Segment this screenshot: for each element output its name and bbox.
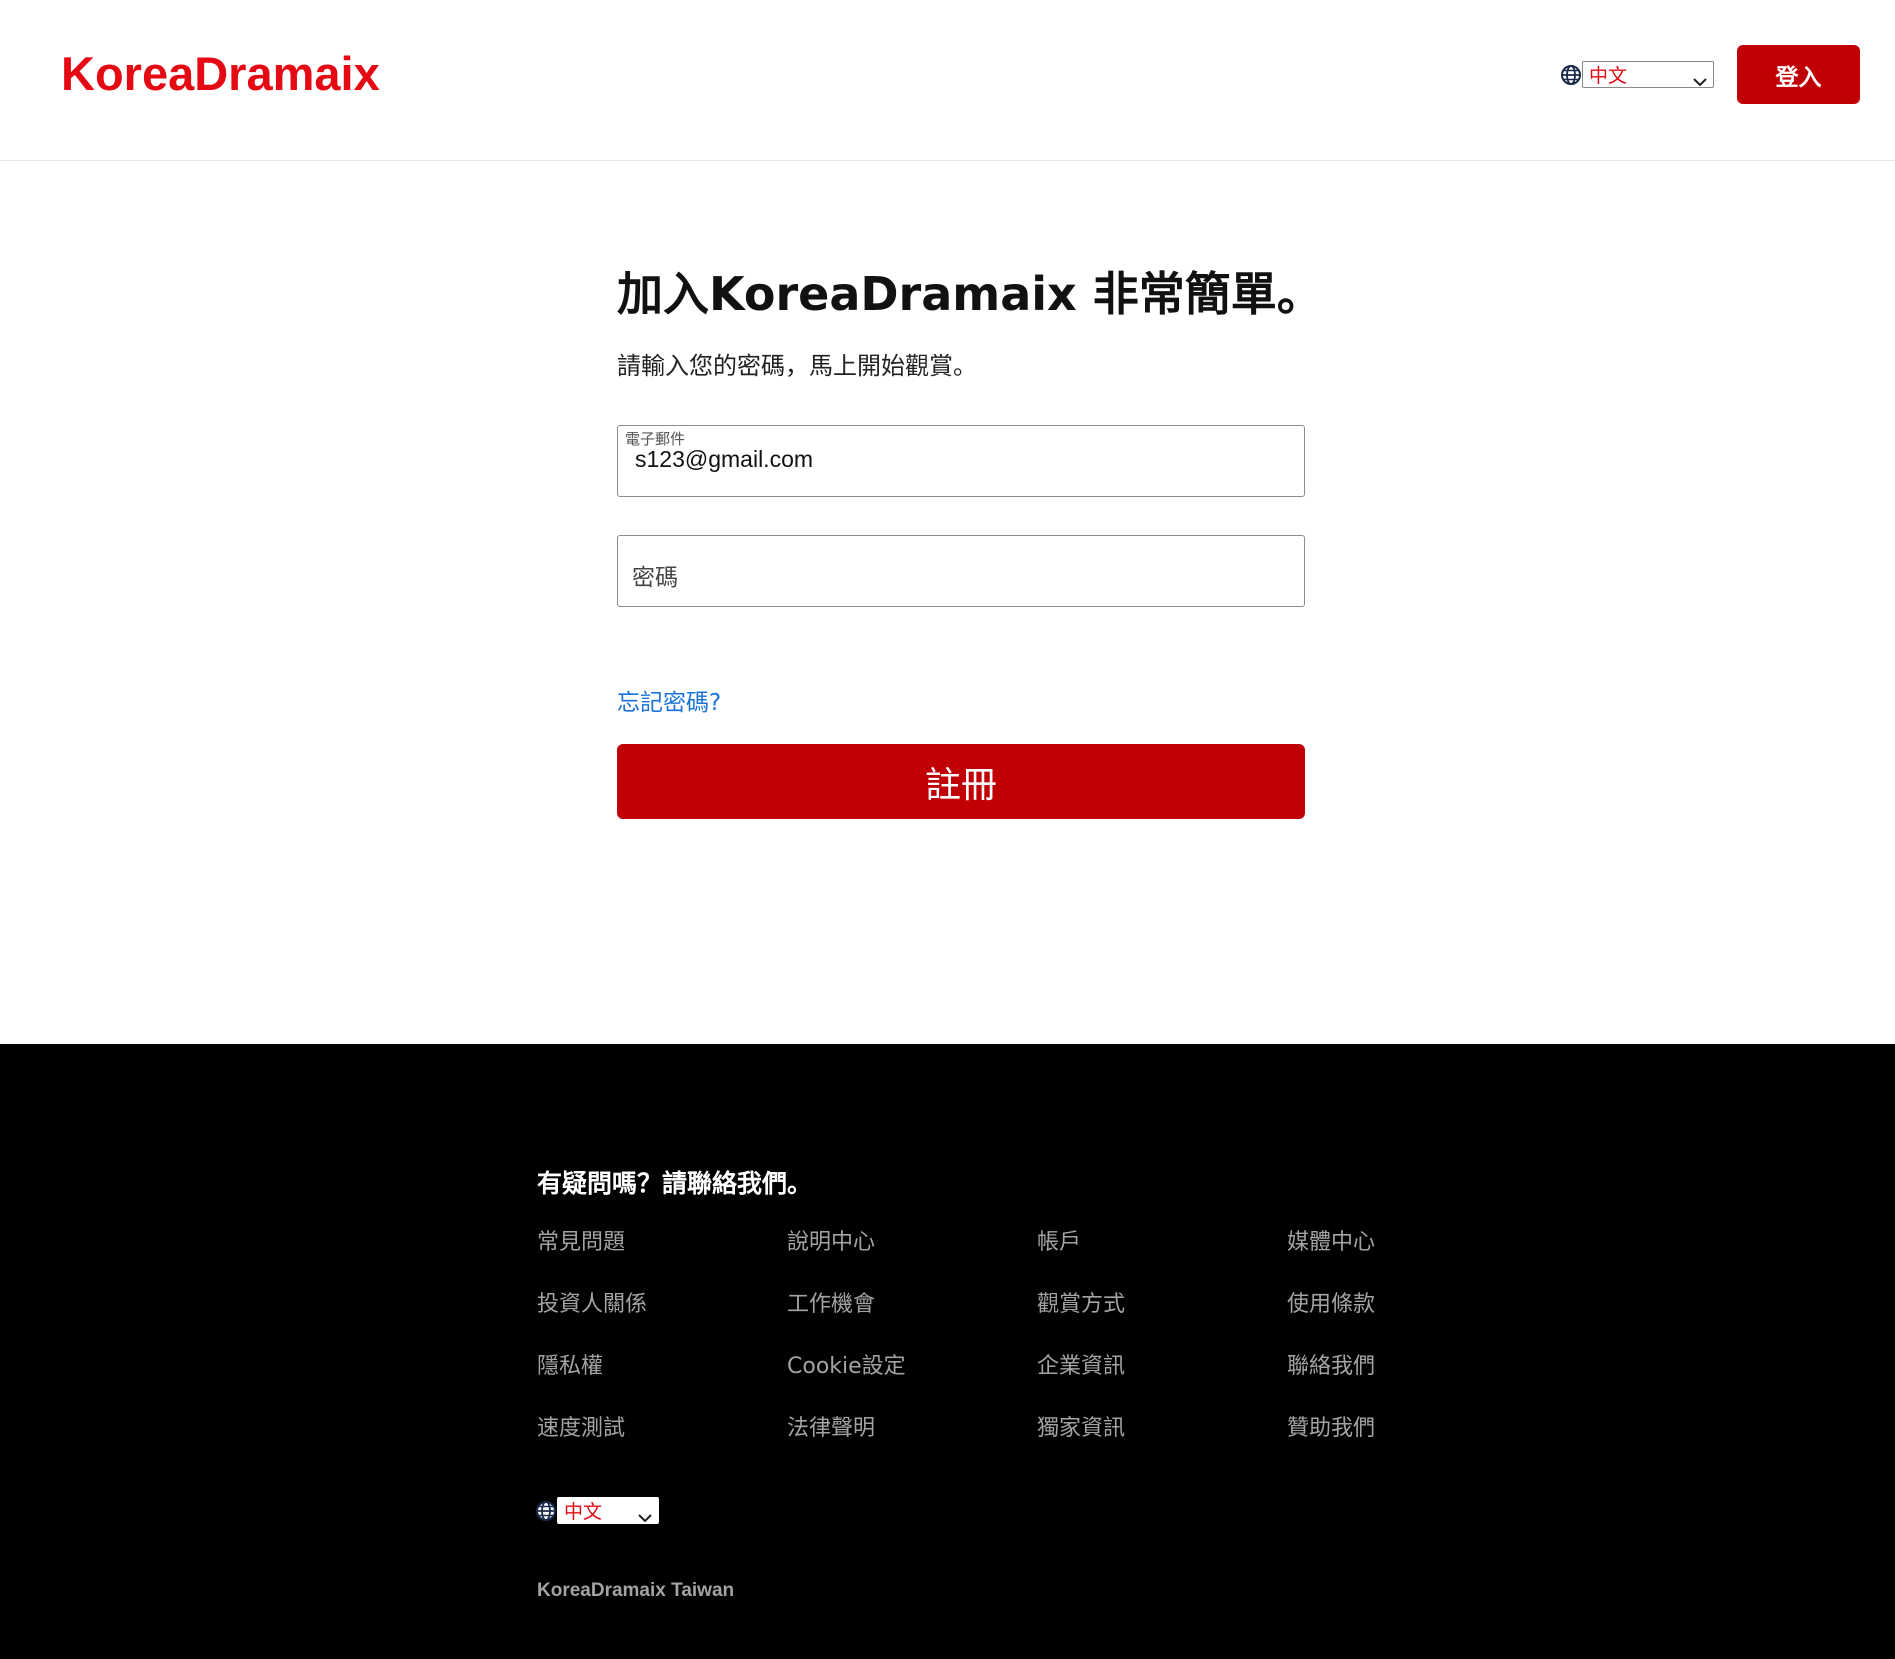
page-title: 加入KoreaDramaix 非常簡單。 bbox=[617, 267, 1323, 321]
forgot-password-link[interactable]: 忘記密碼? bbox=[617, 683, 721, 717]
footer-link-speed-test[interactable]: 速度測試 bbox=[537, 1410, 625, 1442]
header-language-switcher[interactable]: 中文 bbox=[1560, 61, 1714, 88]
password-field-placeholder: 密碼 bbox=[632, 565, 678, 591]
footer-link-privacy[interactable]: 隱私權 bbox=[537, 1348, 603, 1380]
chevron-down-icon bbox=[1693, 70, 1707, 86]
footer-link-help-center[interactable]: 說明中心 bbox=[787, 1224, 875, 1256]
footer-link-legal-notices[interactable]: 法律聲明 bbox=[787, 1410, 875, 1442]
footer-link-ways-to-watch[interactable]: 觀賞方式 bbox=[1037, 1286, 1125, 1318]
footer-company-name: KoreaDramaix Taiwan bbox=[537, 1580, 735, 1601]
language-select[interactable]: 中文 bbox=[1582, 61, 1714, 88]
footer-language-select-value: 中文 bbox=[564, 1501, 603, 1523]
footer-link-media-center[interactable]: 媒體中心 bbox=[1287, 1224, 1375, 1256]
site-header: KoreaDramaix 中文 登入 bbox=[0, 0, 1895, 161]
email-field-value: s123@gmail.com bbox=[635, 446, 814, 472]
footer-link-investor-relations[interactable]: 投資人關係 bbox=[537, 1286, 647, 1318]
footer-link-jobs[interactable]: 工作機會 bbox=[787, 1286, 875, 1318]
email-field[interactable]: 電子郵件 s123@gmail.com bbox=[617, 425, 1305, 497]
signup-button[interactable]: 註冊 bbox=[617, 744, 1305, 819]
footer-link-account[interactable]: 帳戶 bbox=[1037, 1224, 1081, 1256]
page-subtitle: 請輸入您的密碼，馬上開始觀賞。 bbox=[617, 352, 977, 380]
footer-link-faq[interactable]: 常見問題 bbox=[537, 1224, 625, 1256]
footer-language-switcher[interactable]: 中文 bbox=[535, 1497, 659, 1524]
footer-link-sponsor[interactable]: 贊助我們 bbox=[1287, 1410, 1375, 1442]
footer-language-select[interactable]: 中文 bbox=[557, 1497, 659, 1524]
site-logo[interactable]: KoreaDramaix bbox=[61, 46, 380, 101]
footer-link-cookie-settings[interactable]: Cookie設定 bbox=[787, 1348, 906, 1380]
chevron-down-icon bbox=[638, 1506, 652, 1522]
footer-link-only-on[interactable]: 獨家資訊 bbox=[1037, 1410, 1125, 1442]
login-button[interactable]: 登入 bbox=[1737, 45, 1860, 104]
footer-link-corporate-info[interactable]: 企業資訊 bbox=[1037, 1348, 1125, 1380]
footer-links: 常見問題 說明中心 帳戶 媒體中心 投資人關係 工作機會 觀賞方式 使用條款 隱… bbox=[537, 1224, 1537, 1484]
password-field[interactable]: 密碼 bbox=[617, 535, 1305, 607]
language-select-value: 中文 bbox=[1589, 65, 1628, 87]
footer-link-terms[interactable]: 使用條款 bbox=[1287, 1286, 1375, 1318]
site-footer: 有疑問嗎？請聯絡我們。 常見問題 說明中心 帳戶 媒體中心 投資人關係 工作機會… bbox=[0, 1044, 1895, 1659]
footer-contact-heading[interactable]: 有疑問嗎？請聯絡我們。 bbox=[537, 1164, 812, 1200]
globe-icon bbox=[1560, 64, 1582, 86]
footer-link-contact-us[interactable]: 聯絡我們 bbox=[1287, 1348, 1375, 1380]
globe-icon bbox=[535, 1500, 557, 1522]
